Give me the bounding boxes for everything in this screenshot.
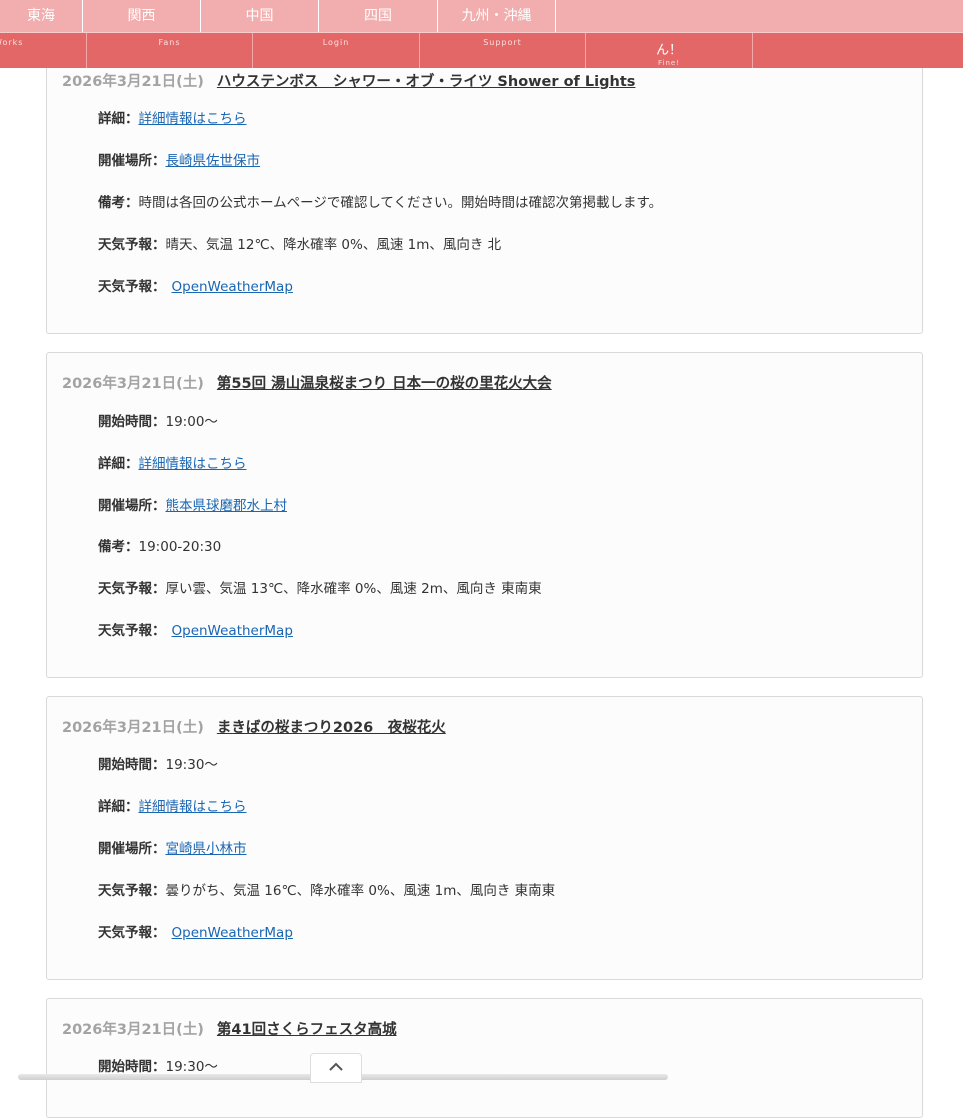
event-start-row: 開始時間：19:30～: [98, 1055, 218, 1075]
start-time: 19:30～: [165, 1059, 218, 1075]
event-venue-row: 開催場所：長崎県佐世保市: [98, 149, 260, 169]
menu-item-support[interactable]: Support: [420, 33, 586, 68]
event-date: 2026年3月21日(土): [62, 720, 204, 736]
event-title-link[interactable]: まきばの桜まつり2026 夜桜花火: [217, 720, 446, 736]
venue-link[interactable]: 長崎県佐世保市: [166, 153, 261, 169]
note-label: 備考：: [98, 195, 139, 211]
start-label: 開始時間：: [98, 414, 166, 430]
event-date: 2026年3月21日(土): [62, 376, 204, 392]
weather-link-label: 天気予報：: [98, 925, 166, 941]
menu-item-extra[interactable]: [753, 33, 963, 68]
event-header: 2026年3月21日(土) ハウステンボス シャワー・オブ・ライツ Shower …: [62, 70, 635, 90]
start-label: 開始時間：: [98, 757, 166, 773]
menu-item-fine[interactable]: ん！ Fine!: [586, 33, 753, 68]
event-start-row: 開始時間：19:30～: [98, 753, 218, 773]
start-time: 19:00～: [165, 414, 218, 430]
venue-link[interactable]: 熊本県球磨郡水上村: [166, 498, 288, 514]
venue-label: 開催場所：: [98, 841, 166, 857]
event-card: 2026年3月21日(土) 第55回 湯山温泉桜まつり 日本一の桜の里花火大会 開…: [46, 352, 923, 678]
start-label: 開始時間：: [98, 1059, 166, 1075]
note-label: 備考：: [98, 539, 139, 555]
venue-label: 開催場所：: [98, 153, 166, 169]
event-weather-row: 天気予報：晴天、気温 12℃、降水確率 0%、風速 1m、風向き 北: [98, 233, 501, 253]
weather-label: 天気予報：: [98, 883, 166, 899]
event-note-row: 備考：時間は各回の公式ホームページで確認してください。開始時間は確認次第掲載しま…: [98, 191, 662, 211]
menu-item-works-label: Works: [0, 38, 24, 47]
start-time: 19:30～: [165, 757, 218, 773]
event-card: 2026年3月21日(土) ハウステンボス シャワー・オブ・ライツ Shower …: [46, 40, 923, 334]
menu-item-works[interactable]: Works: [0, 33, 87, 68]
region-tab-kyushu-okinawa[interactable]: 九州・沖縄: [438, 0, 556, 32]
weather-link-label: 天気予報：: [98, 279, 166, 295]
detail-link[interactable]: 詳細情報はこちら: [139, 456, 247, 472]
region-tab-kansai[interactable]: 関西: [83, 0, 201, 32]
main-menu-nav: Works Fans Login Support ん！ Fine!: [0, 32, 963, 68]
event-weather-row: 天気予報：厚い雲、気温 13℃、降水確率 0%、風速 2m、風向き 東南東: [98, 577, 542, 597]
event-date: 2026年3月21日(土): [62, 74, 204, 90]
detail-link[interactable]: 詳細情報はこちら: [139, 111, 247, 127]
event-card: 2026年3月21日(土) 第41回さくらフェスタ高城 開始時間：19:30～: [46, 998, 923, 1118]
event-title-link[interactable]: ハウステンボス シャワー・オブ・ライツ Shower of Lights: [217, 74, 636, 90]
region-tab-shikoku[interactable]: 四国: [319, 0, 438, 32]
detail-link[interactable]: 詳細情報はこちら: [139, 799, 247, 815]
region-nav: 東海 関西 中国 四国 九州・沖縄: [0, 0, 963, 32]
menu-item-fine-sub: Fine!: [657, 59, 680, 67]
detail-label: 詳細：: [98, 456, 139, 472]
openweathermap-link[interactable]: OpenWeatherMap: [172, 623, 293, 639]
event-detail-row: 詳細：詳細情報はこちら: [98, 795, 247, 815]
menu-item-fans[interactable]: Fans: [87, 33, 253, 68]
event-weather-row: 天気予報：曇りがち、気温 16℃、降水確率 0%、風速 1m、風向き 東南東: [98, 879, 555, 899]
detail-label: 詳細：: [98, 799, 139, 815]
menu-item-support-label: Support: [483, 38, 522, 47]
event-weather-link-row: 天気予報： OpenWeatherMap: [98, 921, 293, 941]
event-title-link[interactable]: 第55回 湯山温泉桜まつり 日本一の桜の里花火大会: [217, 376, 552, 392]
note-text: 19:00-20:30: [138, 539, 222, 555]
menu-item-fans-label: Fans: [158, 38, 181, 47]
event-venue-row: 開催場所：熊本県球磨郡水上村: [98, 494, 287, 514]
event-note-row: 備考：19:00-20:30: [98, 535, 221, 555]
weather-label: 天気予報：: [98, 237, 166, 253]
note-text: 時間は各回の公式ホームページで確認してください。開始時間は確認次第掲載します。: [138, 195, 663, 211]
venue-label: 開催場所：: [98, 498, 166, 514]
event-weather-link-row: 天気予報： OpenWeatherMap: [98, 275, 293, 295]
region-tab-tokai[interactable]: 東海: [0, 0, 83, 32]
event-start-row: 開始時間：19:00～: [98, 410, 218, 430]
region-tab-chugoku[interactable]: 中国: [201, 0, 319, 32]
menu-item-fine-main: ん！: [655, 43, 682, 58]
openweathermap-link[interactable]: OpenWeatherMap: [172, 279, 293, 295]
openweathermap-link[interactable]: OpenWeatherMap: [172, 925, 293, 941]
event-detail-row: 詳細：詳細情報はこちら: [98, 107, 247, 127]
weather-link-label: 天気予報：: [98, 623, 166, 639]
event-card: 2026年3月21日(土) まきばの桜まつり2026 夜桜花火 開始時間：19:3…: [46, 696, 923, 980]
event-header: 2026年3月21日(土) 第55回 湯山温泉桜まつり 日本一の桜の里花火大会: [62, 372, 552, 392]
event-header: 2026年3月21日(土) 第41回さくらフェスタ高城: [62, 1018, 397, 1038]
weather-text: 曇りがち、気温 16℃、降水確率 0%、風速 1m、風向き 東南東: [165, 883, 556, 899]
event-date: 2026年3月21日(土): [62, 1022, 204, 1038]
detail-label: 詳細：: [98, 111, 139, 127]
weather-text: 晴天、気温 12℃、降水確率 0%、風速 1m、風向き 北: [165, 237, 502, 253]
event-title-link[interactable]: 第41回さくらフェスタ高城: [217, 1022, 397, 1038]
venue-link[interactable]: 宮崎県小林市: [166, 841, 247, 857]
event-weather-link-row: 天気予報： OpenWeatherMap: [98, 619, 293, 639]
menu-item-login-label: Login: [322, 38, 350, 47]
event-detail-row: 詳細：詳細情報はこちら: [98, 452, 247, 472]
menu-item-login[interactable]: Login: [253, 33, 420, 68]
weather-text: 厚い雲、気温 13℃、降水確率 0%、風速 2m、風向き 東南東: [165, 581, 542, 597]
event-venue-row: 開催場所：宮崎県小林市: [98, 837, 247, 857]
chevron-up-icon: [329, 1062, 343, 1071]
weather-label: 天気予報：: [98, 581, 166, 597]
event-header: 2026年3月21日(土) まきばの桜まつり2026 夜桜花火: [62, 716, 446, 736]
